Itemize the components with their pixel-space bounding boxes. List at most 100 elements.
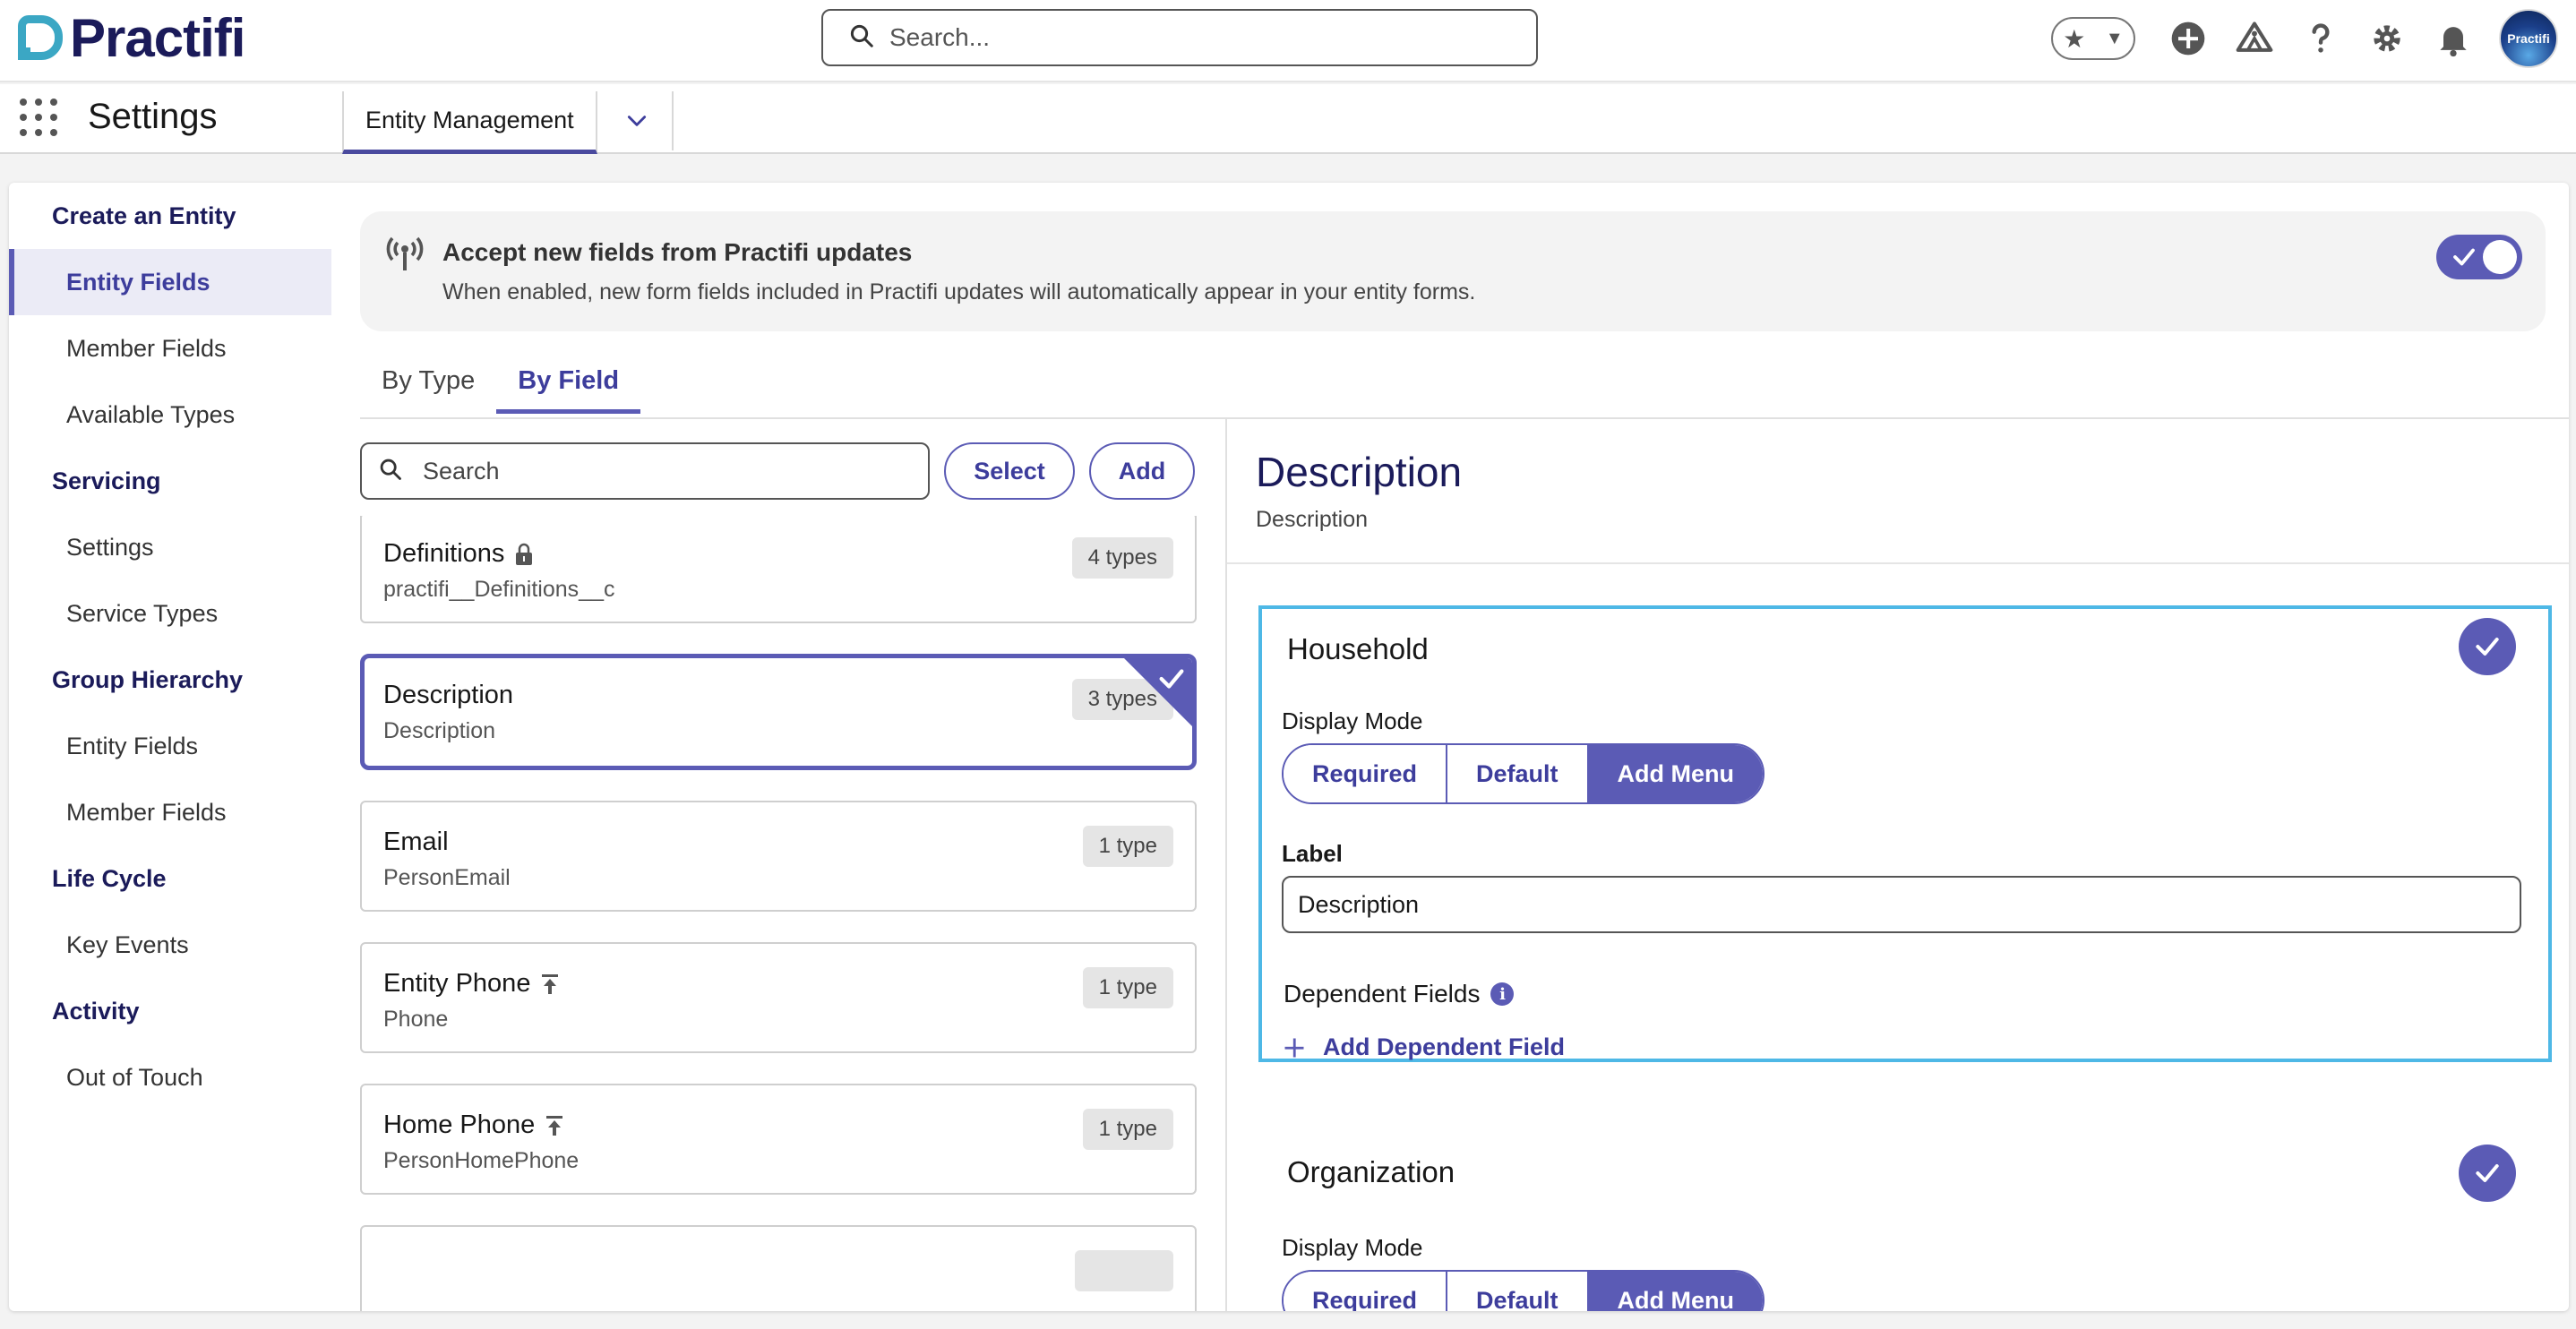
updates-banner: Accept new fields from Practifi updates … (360, 211, 2546, 331)
display-mode-required[interactable]: Required (1284, 1272, 1448, 1311)
global-search[interactable] (821, 9, 1538, 66)
field-name-text: Definitions (383, 539, 505, 568)
field-name: Home Phone (383, 1110, 565, 1140)
gear-icon[interactable] (2366, 18, 2408, 59)
type-count-badge: 1 type (1082, 1109, 1173, 1150)
field-name: Entity Phone (383, 969, 561, 999)
tab-by-type[interactable]: By Type (360, 358, 496, 414)
add-dependent-field-button[interactable]: Add Dependent Field (1282, 1033, 1565, 1061)
tabs-divider (360, 417, 2569, 419)
display-mode-group: Required Default Add Menu (1282, 743, 1765, 804)
app-launcher-icon[interactable] (20, 99, 57, 136)
type-count-badge: 4 types (1071, 537, 1173, 579)
practifi-logo[interactable]: Practifi (18, 8, 245, 68)
detail-title: Description (1256, 449, 1463, 495)
search-icon (378, 457, 403, 486)
type-card-household: Household Display Mode Required Default … (1258, 605, 2552, 1062)
help-icon[interactable] (2300, 18, 2341, 59)
app-name: Settings (88, 97, 218, 136)
sidebar-item-key-events[interactable]: Key Events (9, 912, 331, 978)
broadcast-icon (386, 236, 424, 270)
plus-circle-icon[interactable] (2168, 18, 2209, 59)
check-icon (1159, 669, 1184, 689)
field-name: Description (383, 681, 513, 710)
label-input[interactable] (1282, 876, 2521, 933)
type-count-badge (1075, 1250, 1173, 1291)
info-icon[interactable]: i (1490, 982, 1515, 1006)
nav-tab-entity-management[interactable]: Entity Management (342, 91, 597, 154)
star-icon[interactable]: ★ (2063, 24, 2085, 54)
display-mode-label: Display Mode (1282, 1234, 1423, 1261)
global-header: Practifi ★ ▼ Practifi (0, 0, 2576, 82)
sidebar-group-servicing: Servicing (52, 467, 161, 494)
tab-by-field[interactable]: By Field (496, 358, 641, 414)
global-search-input[interactable] (889, 23, 1516, 52)
check-icon (2476, 1164, 2499, 1182)
trailhead-icon[interactable] (2234, 18, 2275, 59)
settings-card: Create an Entity Entity Fields Member Fi… (9, 183, 2569, 1311)
display-mode-default[interactable]: Default (1447, 1272, 1589, 1311)
type-card-title: Household (1287, 632, 1429, 665)
display-mode-default[interactable]: Default (1447, 745, 1589, 802)
sidebar-item-out-of-touch[interactable]: Out of Touch (9, 1044, 331, 1110)
toggle-knob (2483, 240, 2517, 274)
banner-description: When enabled, new form fields included i… (442, 279, 1476, 304)
field-api-name: Description (383, 718, 496, 743)
accept-updates-toggle[interactable] (2436, 235, 2522, 279)
field-api-name: Phone (383, 1007, 449, 1032)
field-search[interactable] (360, 442, 930, 500)
type-card-title: Organization (1287, 1155, 1455, 1188)
label-caption: Label (1282, 840, 1343, 867)
type-enabled-check[interactable] (2459, 1145, 2516, 1202)
type-card-organization: Organization Display Mode Required Defau… (1258, 1132, 2552, 1311)
detail-divider (1227, 562, 2569, 564)
list-item-description[interactable]: Description Description 3 types (360, 654, 1197, 770)
field-list[interactable]: Definitions practifi__Definitions__c 4 t… (360, 516, 1202, 1311)
select-button[interactable]: Select (944, 442, 1075, 500)
lock-icon (516, 543, 533, 565)
type-count-badge: 1 type (1082, 826, 1173, 867)
dependent-fields-label: Dependent Fields i (1284, 980, 1515, 1008)
practifi-logo-mark (18, 15, 63, 60)
chevron-down-icon[interactable]: ▼ (2106, 29, 2124, 49)
list-item-entity-phone[interactable]: Entity Phone Phone 1 type (360, 942, 1197, 1053)
type-enabled-check[interactable] (2459, 618, 2516, 675)
field-name: Email (383, 827, 449, 857)
display-mode-add-menu[interactable]: Add Menu (1588, 745, 1764, 802)
settings-sidebar: Create an Entity Entity Fields Member Fi… (9, 183, 331, 1311)
sidebar-item-entity-fields[interactable]: Entity Fields (9, 249, 331, 315)
favorites-group[interactable]: ★ ▼ (2051, 17, 2135, 60)
view-tabs: By Type By Field (360, 358, 641, 414)
field-search-input[interactable] (423, 457, 924, 485)
sidebar-item-service-types[interactable]: Service Types (9, 580, 331, 647)
sidebar-group-life-cycle: Life Cycle (52, 865, 167, 892)
list-item-definitions[interactable]: Definitions practifi__Definitions__c 4 t… (360, 516, 1197, 623)
display-mode-group: Required Default Add Menu (1282, 1270, 1765, 1311)
display-mode-label: Display Mode (1282, 707, 1423, 734)
list-item-home-phone[interactable]: Home Phone PersonHomePhone 1 type (360, 1084, 1197, 1195)
display-mode-add-menu[interactable]: Add Menu (1588, 1272, 1764, 1311)
field-api-name: practifi__Definitions__c (383, 577, 615, 602)
sidebar-item-member-fields[interactable]: Member Fields (9, 315, 331, 382)
check-icon (2476, 638, 2499, 656)
field-name-text: Entity Phone (383, 969, 531, 998)
logo-text: Practifi (70, 7, 245, 68)
header-actions: ★ ▼ Practifi (2051, 9, 2558, 68)
promote-icon (546, 1115, 563, 1136)
add-field-button[interactable]: Add (1089, 442, 1195, 500)
plus-icon (1284, 1038, 1304, 1057)
user-avatar[interactable]: Practifi (2499, 9, 2558, 68)
display-mode-required[interactable]: Required (1284, 745, 1448, 802)
nav-more-chevron-icon[interactable] (602, 91, 674, 150)
promote-icon (542, 973, 559, 994)
search-icon (848, 22, 875, 54)
bell-icon[interactable] (2433, 18, 2474, 59)
sidebar-item-available-types[interactable]: Available Types (9, 382, 331, 448)
sidebar-item-servicing-settings[interactable]: Settings (9, 514, 331, 580)
add-dependent-field-label: Add Dependent Field (1323, 1033, 1565, 1060)
list-item-email[interactable]: Email PersonEmail 1 type (360, 801, 1197, 912)
banner-title: Accept new fields from Practifi updates (442, 238, 913, 266)
list-item[interactable] (360, 1225, 1197, 1311)
sidebar-item-hierarchy-entity-fields[interactable]: Entity Fields (9, 713, 331, 779)
sidebar-item-hierarchy-member-fields[interactable]: Member Fields (9, 779, 331, 845)
